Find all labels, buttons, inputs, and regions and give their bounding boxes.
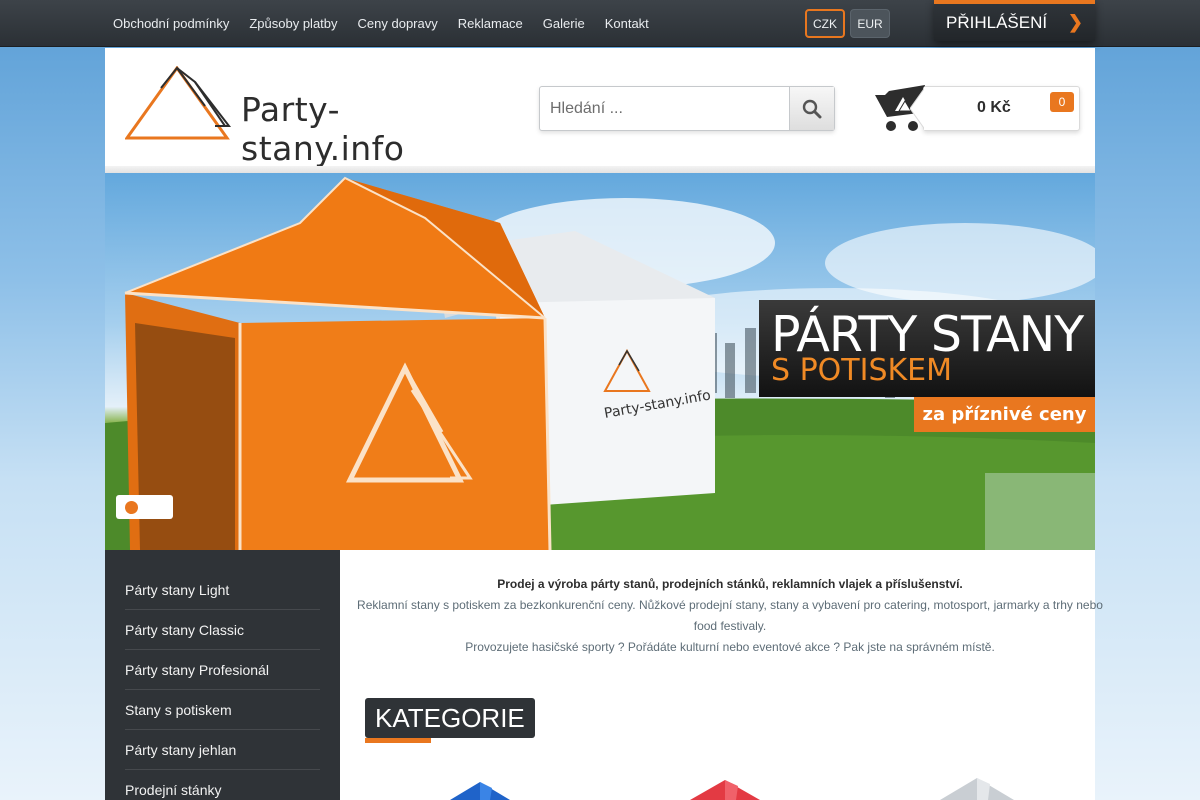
search-box (539, 86, 835, 131)
nav-obchodni-podminky[interactable]: Obchodní podmínky (103, 16, 239, 31)
logo-text: Party-stany.info (241, 90, 405, 168)
login-label: PŘIHLÁŠENÍ (946, 12, 1048, 32)
header: Party-stany.info 0 Kč 0 (105, 48, 1095, 173)
currency-czk-button[interactable]: CZK (805, 9, 845, 38)
top-bar: Obchodní podmínky Způsoby platby Ceny do… (0, 0, 1200, 47)
header-divider (105, 166, 1095, 173)
intro-text: Prodej a výroba párty stanů, prodejních … (355, 574, 1105, 658)
section-title: KATEGORIE (365, 698, 535, 738)
sidebar-item-party-stany-profesional[interactable]: Párty stany Profesionál (125, 650, 320, 690)
hero-slider[interactable]: Party-stany.info PÁRTY STANY S POTISKEM … (105, 173, 1095, 550)
cart-arrow (910, 86, 926, 131)
site-logo[interactable]: Party-stany.info (124, 65, 495, 168)
intro-line-2: Provozujete hasičské sporty ? Pořádáte k… (465, 640, 995, 654)
category-thumbnails (450, 778, 1014, 800)
cart-price: 0 Kč (977, 99, 1011, 116)
hero-tagline: za příznivé ceny (914, 397, 1095, 432)
nav-reklamace[interactable]: Reklamace (448, 16, 533, 31)
search-input[interactable] (540, 87, 789, 130)
search-icon (802, 99, 822, 118)
slider-pagination (116, 495, 173, 519)
sidebar-item-party-stany-classic[interactable]: Párty stany Classic (125, 610, 320, 650)
slider-dot-active[interactable] (125, 501, 138, 514)
category-thumb-white[interactable] (940, 778, 1014, 800)
sidebar-item-party-stany-light[interactable]: Párty stany Light (125, 570, 320, 610)
search-button[interactable] (789, 87, 834, 130)
intro-line-1: Reklamní stany s potiskem za bezkonkuren… (357, 598, 1103, 633)
cart-count-badge: 0 (1050, 92, 1074, 112)
main-content: Prodej a výroba párty stanů, prodejních … (340, 550, 1103, 800)
top-navigation: Obchodní podmínky Způsoby platby Ceny do… (103, 0, 659, 47)
category-thumb-blue[interactable] (450, 782, 510, 800)
cart-summary[interactable]: 0 Kč 0 (910, 86, 1080, 131)
category-sidebar: Párty stany Light Párty stany Classic Pá… (105, 550, 340, 800)
logo-tents-icon (124, 65, 232, 140)
section-title-underline (365, 738, 431, 743)
sidebar-item-prodejni-stanky[interactable]: Prodejní stánky (125, 770, 320, 800)
sidebar-item-stany-s-potiskem[interactable]: Stany s potiskem (125, 690, 320, 730)
sidebar-item-party-stany-jehlan[interactable]: Párty stany jehlan (125, 730, 320, 770)
currency-eur-button[interactable]: EUR (850, 9, 890, 38)
nav-ceny-dopravy[interactable]: Ceny dopravy (348, 16, 448, 31)
nav-kontakt[interactable]: Kontakt (595, 16, 659, 31)
login-button[interactable]: PŘIHLÁŠENÍ ❯ (934, 0, 1095, 41)
nav-galerie[interactable]: Galerie (533, 16, 595, 31)
hero-subtitle: S POTISKEM (771, 353, 953, 388)
category-thumb-red[interactable] (690, 780, 760, 800)
nav-zpusoby-platby[interactable]: Způsoby platby (239, 16, 347, 31)
chevron-right-icon: ❯ (1067, 12, 1083, 32)
intro-lead: Prodej a výroba párty stanů, prodejních … (497, 577, 963, 591)
